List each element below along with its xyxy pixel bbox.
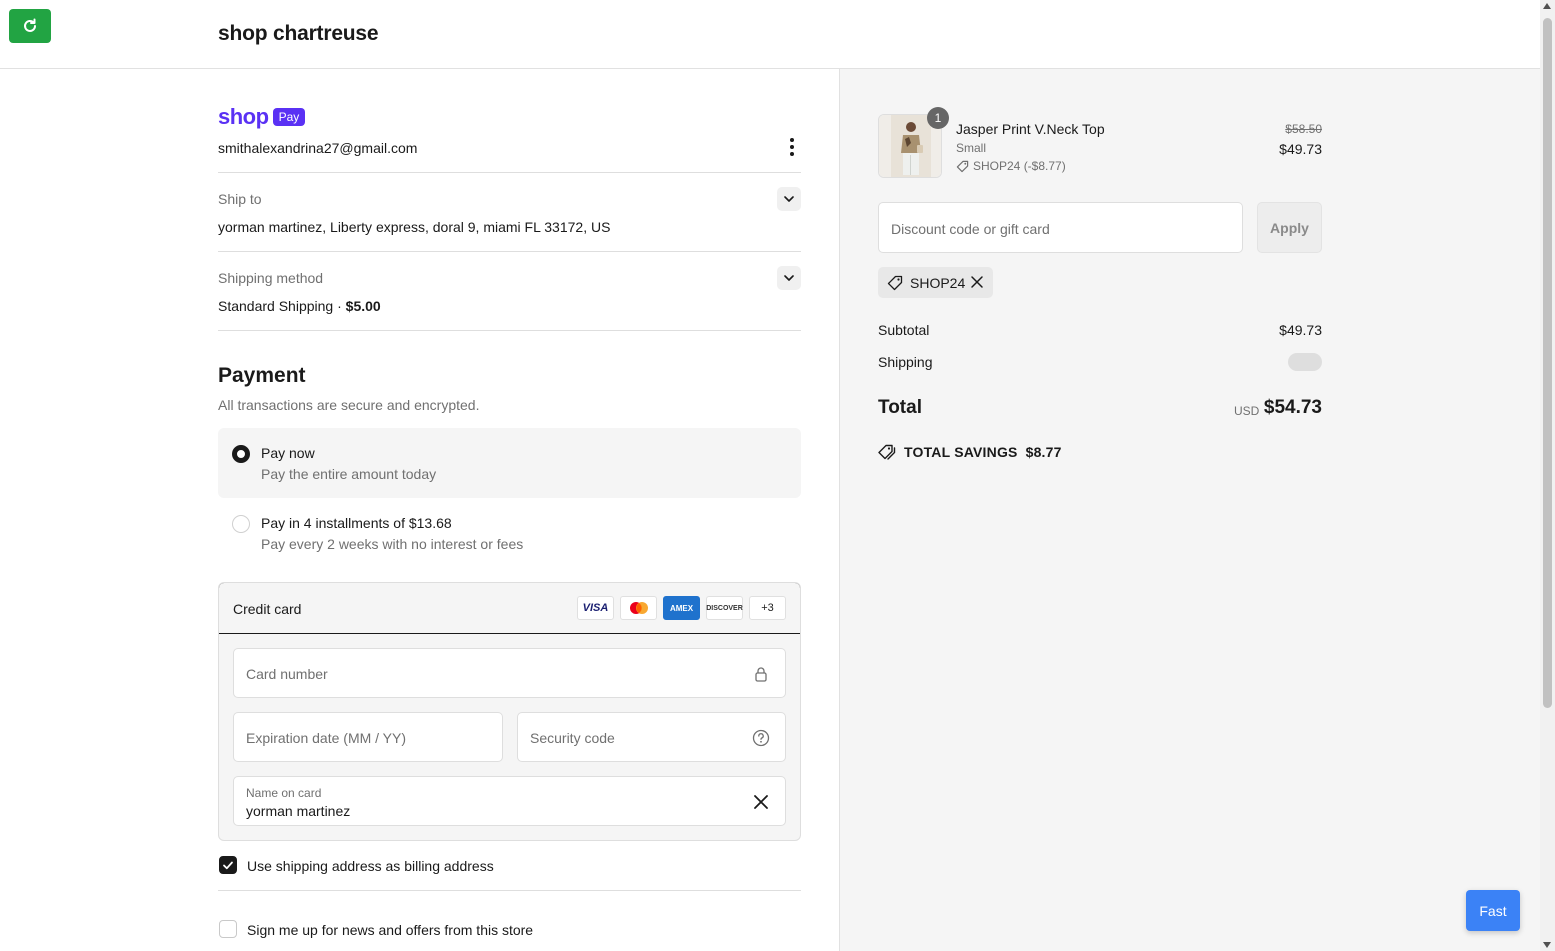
name-on-card-label: Name on card — [246, 786, 322, 800]
shop-pay-wordmark: shop — [218, 104, 269, 129]
separator: · — [333, 298, 346, 314]
option-subtitle: Pay the entire amount today — [261, 466, 437, 482]
lock-icon — [751, 664, 771, 684]
option-title: Pay in 4 installments of $13.68 — [261, 515, 452, 531]
option-title: Pay now — [261, 445, 315, 461]
quantity-badge: 1 — [927, 107, 949, 129]
credit-card-header[interactable]: Credit card VISA AMEX DISCOVER +3 — [219, 583, 800, 634]
applied-code: SHOP24 — [910, 274, 966, 291]
expiration-date-field[interactable]: Expiration date (MM / YY) — [233, 712, 503, 762]
payment-subtitle: All transactions are secure and encrypte… — [218, 397, 480, 413]
applied-discount-chip: SHOP24 — [878, 267, 993, 298]
ship-to-expand-button[interactable] — [777, 187, 801, 211]
ship-to-label: Ship to — [218, 191, 262, 207]
total-savings-label: TOTAL SAVINGS — [904, 444, 1018, 460]
product-name: Jasper Print V.Neck Top — [956, 121, 1105, 137]
total-savings: TOTAL SAVINGS $8.77 — [878, 444, 1062, 460]
shipping-loading-placeholder — [1288, 353, 1322, 371]
scroll-down-icon[interactable] — [1543, 942, 1551, 948]
divider — [218, 172, 801, 173]
scroll-up-icon[interactable] — [1543, 3, 1551, 9]
shipping-method-expand-button[interactable] — [777, 266, 801, 290]
shipping-method-name: Standard Shipping — [218, 298, 334, 314]
name-on-card-value: yorman martinez — [246, 803, 351, 819]
payment-title: Payment — [218, 364, 306, 387]
total-currency: USD — [1234, 404, 1260, 418]
subtotal-label: Subtotal — [878, 322, 930, 338]
discount-code-placeholder: Discount code or gift card — [891, 221, 1050, 237]
product-price: $49.73 — [1279, 141, 1322, 157]
original-price: $58.50 — [1285, 122, 1322, 136]
security-code-field[interactable]: Security code — [517, 712, 786, 762]
help-icon[interactable] — [751, 728, 771, 748]
fast-button[interactable]: Fast — [1466, 890, 1520, 931]
card-number-placeholder: Card number — [246, 666, 328, 682]
apply-button[interactable]: Apply — [1257, 202, 1322, 253]
remove-discount-icon[interactable] — [970, 275, 984, 292]
chevron-down-icon — [784, 275, 794, 281]
tag-icon — [887, 275, 903, 290]
checkmark-icon — [223, 861, 233, 870]
newsletter-checkbox[interactable] — [219, 920, 237, 938]
billing-same-checkbox[interactable] — [219, 856, 237, 874]
shipping-method-value: Standard Shipping · $5.00 — [218, 298, 381, 314]
total-value: $54.73 — [1263, 397, 1322, 418]
shipping-label: Shipping — [878, 354, 933, 370]
product-discount: SHOP24 (-$8.77) — [956, 159, 1066, 173]
account-email: smithalexandrina27@gmail.com — [218, 140, 418, 156]
clear-icon[interactable] — [751, 792, 771, 812]
card-number-field[interactable]: Card number — [233, 648, 786, 698]
divider — [218, 330, 801, 331]
credit-card-title: Credit card — [233, 601, 302, 617]
mastercard-icon — [620, 596, 657, 620]
ship-to-address: yorman martinez, Liberty express, doral … — [218, 219, 611, 235]
expiration-placeholder: Expiration date (MM / YY) — [246, 730, 407, 746]
header: shop chartreuse — [0, 0, 1540, 69]
more-card-brands[interactable]: +3 — [749, 596, 786, 620]
product-variant: Small — [956, 141, 987, 155]
tag-icon — [956, 160, 969, 172]
chevron-down-icon — [784, 196, 794, 202]
amex-icon: AMEX — [663, 596, 700, 620]
scrollbar[interactable] — [1540, 0, 1555, 951]
shop-pay-badge: Pay — [272, 108, 306, 126]
pay-installments-option[interactable]: Pay in 4 installments of $13.68 Pay ever… — [218, 498, 801, 568]
refresh-icon — [24, 18, 36, 32]
refresh-button[interactable] — [9, 9, 51, 43]
total-label: Total — [878, 397, 922, 418]
card-brand-icons: VISA AMEX DISCOVER +3 — [577, 596, 786, 620]
tags-icon — [878, 444, 896, 460]
shipping-method-label: Shipping method — [218, 270, 324, 286]
divider — [218, 251, 801, 252]
billing-same-label[interactable]: Use shipping address as billing address — [247, 858, 494, 874]
store-name[interactable]: shop chartreuse — [218, 22, 379, 46]
product-discount-text: SHOP24 (-$8.77) — [973, 159, 1066, 173]
newsletter-label[interactable]: Sign me up for news and offers from this… — [247, 922, 533, 938]
visa-icon: VISA — [577, 596, 614, 620]
total-savings-value: $8.77 — [1025, 444, 1062, 460]
security-code-placeholder: Security code — [530, 730, 615, 746]
option-subtitle: Pay every 2 weeks with no interest or fe… — [261, 536, 524, 552]
shop-pay-logo: shop Pay — [218, 104, 306, 130]
discount-code-input[interactable]: Discount code or gift card — [878, 202, 1243, 253]
divider — [218, 890, 801, 891]
pay-now-radio[interactable] — [232, 445, 250, 463]
more-options-icon[interactable] — [782, 136, 802, 158]
discover-icon: DISCOVER — [706, 596, 743, 620]
pay-now-option[interactable]: Pay now Pay the entire amount today — [218, 428, 801, 498]
shipping-method-price: $5.00 — [345, 298, 381, 314]
subtotal-value: $49.73 — [1279, 322, 1322, 338]
scrollbar-thumb[interactable] — [1543, 18, 1552, 708]
name-on-card-field[interactable]: Name on card yorman martinez — [233, 776, 786, 826]
pay-installments-radio[interactable] — [232, 515, 250, 533]
